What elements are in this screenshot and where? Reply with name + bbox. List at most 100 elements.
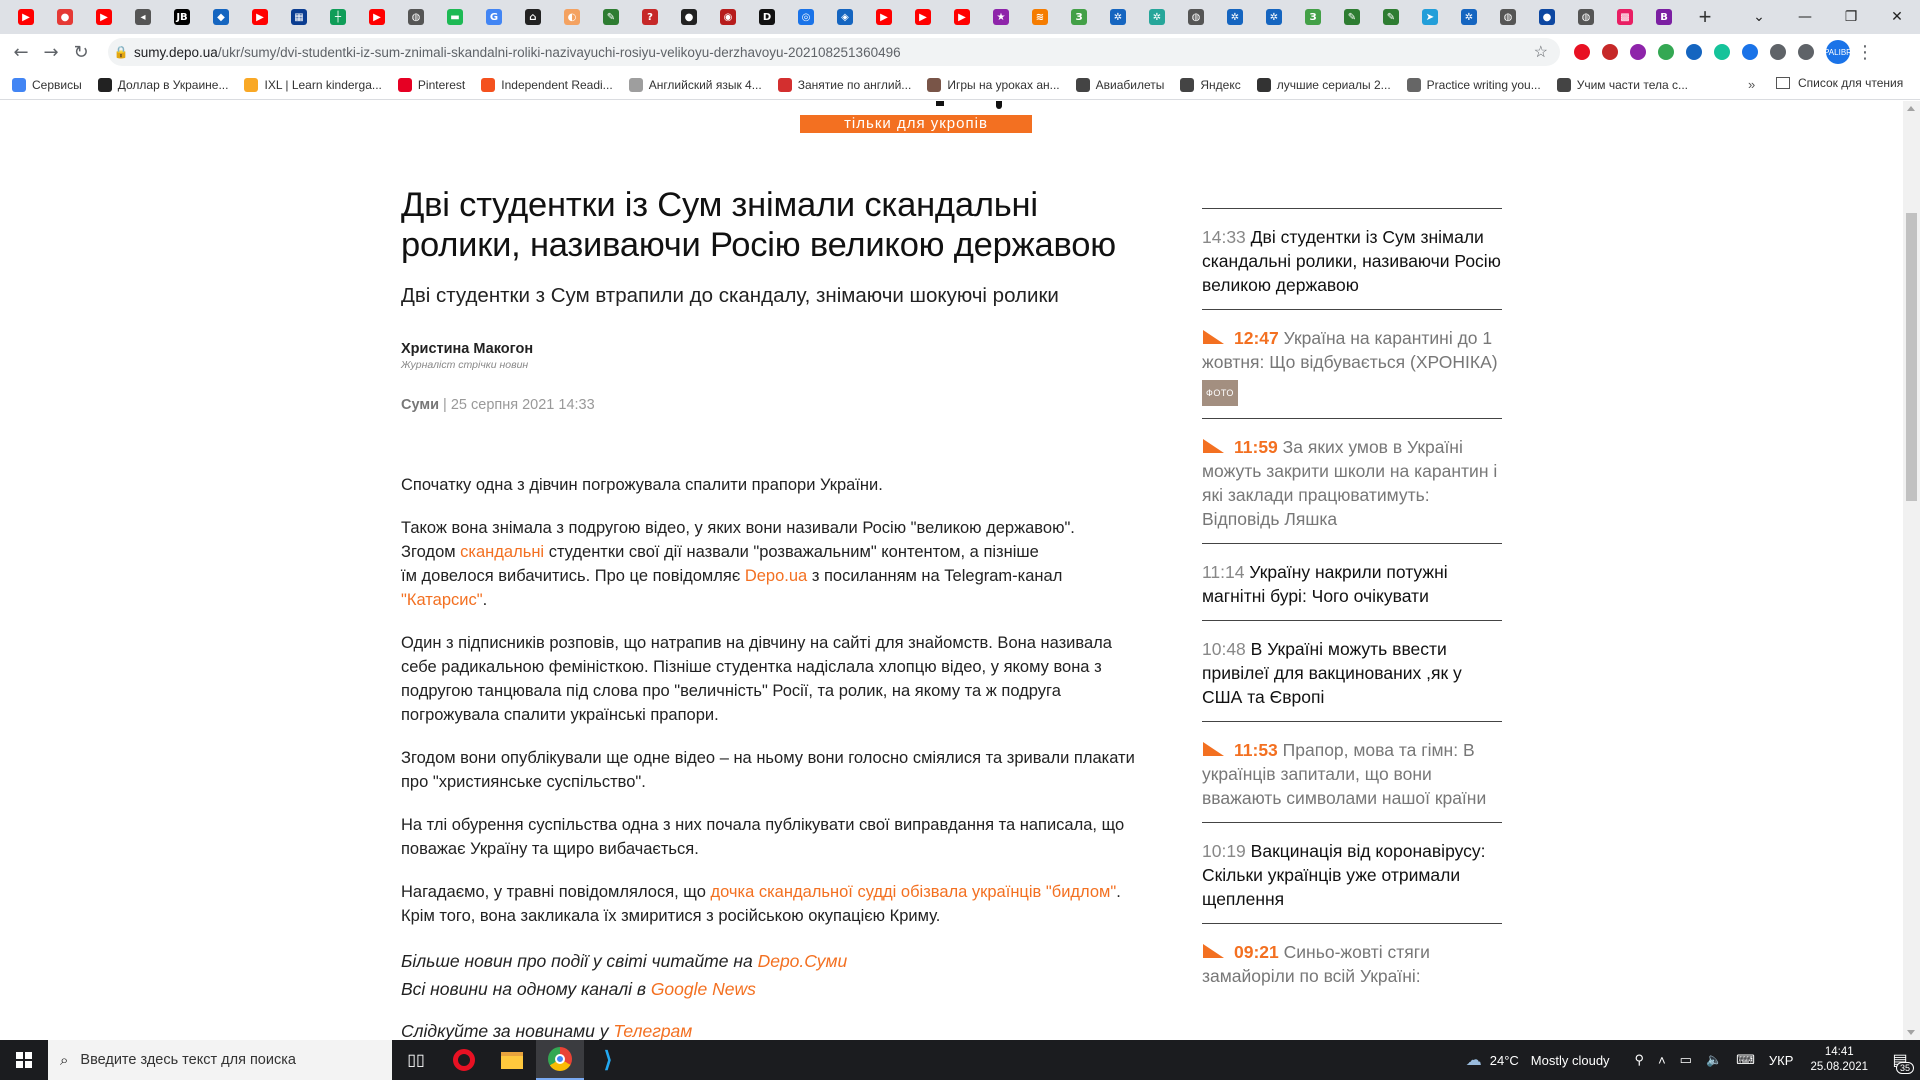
news-item[interactable]: 10:48 В Україні можуть ввести привілеї д…: [1202, 620, 1502, 721]
bookmark-item[interactable]: Учим части тела с...: [1556, 77, 1688, 92]
taskbar-search[interactable]: ⌕ Введите здесь текст для поиска: [48, 1040, 392, 1080]
browser-tab[interactable]: З: [1294, 3, 1332, 31]
bookmark-item[interactable]: лучшие сериалы 2...: [1256, 77, 1391, 92]
scandal-link[interactable]: скандальні: [460, 543, 544, 561]
start-button[interactable]: [0, 1040, 48, 1080]
browser-tab[interactable]: ▶: [7, 3, 45, 31]
browser-tab[interactable]: ▶: [904, 3, 942, 31]
news-item[interactable]: 09:21 Синьо-жовті стяги замайоріли по вс…: [1202, 923, 1502, 1000]
katarsis-link[interactable]: "Катарсис": [401, 591, 483, 609]
browser-tab[interactable]: ◍: [1489, 3, 1527, 31]
browser-tab[interactable]: ◆: [202, 3, 240, 31]
chevron-up-icon[interactable]: ˄: [1658, 1053, 1666, 1068]
browser-tab[interactable]: ✎: [1372, 3, 1410, 31]
page-scrollbar[interactable]: [1903, 101, 1920, 1040]
bookmark-item[interactable]: IXL | Learn kinderga...: [244, 77, 382, 92]
network-icon[interactable]: ▭: [1680, 1052, 1692, 1068]
volume-icon[interactable]: 🔈: [1706, 1052, 1722, 1068]
browser-tab[interactable]: ●: [1528, 3, 1566, 31]
browser-tab[interactable]: ✲: [1138, 3, 1176, 31]
notifications-button[interactable]: ▤ 35: [1880, 1040, 1920, 1080]
bookmark-item[interactable]: Занятие по англий...: [777, 77, 911, 92]
news-item[interactable]: 12:47 Україна на карантині до 1 жовтня: …: [1202, 309, 1502, 418]
vscode-icon[interactable]: ⟩: [584, 1040, 632, 1080]
profile-avatar[interactable]: PALIBR: [1824, 40, 1852, 64]
judge-daughter-link[interactable]: дочка скандальної судді обізвала українц…: [710, 883, 1116, 901]
google-news-link[interactable]: Google News: [651, 979, 756, 999]
browser-tab[interactable]: ▶: [865, 3, 903, 31]
back-button[interactable]: ←: [6, 37, 36, 67]
scroll-down-arrow[interactable]: [1907, 1030, 1915, 1035]
depo-link[interactable]: Depo.ua: [745, 567, 807, 585]
browser-tab[interactable]: ◎: [787, 3, 825, 31]
bookmark-item[interactable]: Pinterest: [397, 77, 465, 92]
news-item[interactable]: 11:53 Прапор, мова та гімн: В українців …: [1202, 721, 1502, 822]
browser-tab[interactable]: G: [475, 3, 513, 31]
browser-menu-icon[interactable]: ⋮: [1850, 37, 1880, 67]
browser-tab[interactable]: ◍: [397, 3, 435, 31]
news-item[interactable]: 14:33 Дві студентки із Сум знімали сканд…: [1202, 208, 1502, 309]
opera-icon[interactable]: [440, 1040, 488, 1080]
browser-tab[interactable]: ★: [982, 3, 1020, 31]
address-bar[interactable]: 🔒 sumy.depo.ua/ukr/sumy/dvi-studentki-iz…: [108, 38, 1560, 66]
browser-tab[interactable]: ▬: [436, 3, 474, 31]
browser-tab[interactable]: ➤: [1411, 3, 1449, 31]
minimize-button[interactable]: —: [1782, 0, 1828, 34]
browser-tab[interactable]: ✎: [592, 3, 630, 31]
browser-tab[interactable]: ◈: [826, 3, 864, 31]
url-text[interactable]: sumy.depo.ua/ukr/sumy/dvi-studentki-iz-s…: [134, 45, 901, 60]
browser-tab[interactable]: ≋: [1021, 3, 1059, 31]
forward-button[interactable]: →: [36, 37, 66, 67]
browser-tab[interactable]: ◂: [124, 3, 162, 31]
browser-tab[interactable]: B: [1645, 3, 1683, 31]
task-view-icon[interactable]: ▯▯: [392, 1040, 440, 1080]
maximize-button[interactable]: ❐: [1828, 0, 1874, 34]
weather-widget[interactable]: ☁ 24°C Mostly cloudy: [1466, 1050, 1610, 1070]
browser-tab[interactable]: ✲: [1216, 3, 1254, 31]
news-item[interactable]: 11:59 За яких умов в Україні можуть закр…: [1202, 418, 1502, 543]
bookmark-item[interactable]: Авиабилеты: [1075, 77, 1164, 92]
news-item[interactable]: 10:19 Вакцинація від коронавірусу: Скіль…: [1202, 822, 1502, 923]
bookmark-star-icon[interactable]: ☆: [1534, 42, 1548, 62]
browser-tab[interactable]: ▶: [85, 3, 123, 31]
browser-tab[interactable]: ▩: [1606, 3, 1644, 31]
close-button[interactable]: ✕: [1874, 0, 1920, 34]
scrollbar-thumb[interactable]: [1906, 213, 1917, 501]
lock-icon[interactable]: 🔒: [108, 45, 134, 59]
opera-ext-icon[interactable]: [1574, 44, 1590, 60]
new-ext-icon[interactable]: [1686, 44, 1702, 60]
bookmark-item[interactable]: Игры на уроках ан...: [927, 77, 1060, 92]
chrome-icon[interactable]: [536, 1040, 584, 1080]
bookmark-item[interactable]: Доллар в Украине...: [97, 77, 228, 92]
browser-tab[interactable]: ✎: [1333, 3, 1371, 31]
browser-tab[interactable]: D: [748, 3, 786, 31]
browser-tab[interactable]: ●: [670, 3, 708, 31]
bookmark-item[interactable]: Сервисы: [12, 77, 82, 92]
clock[interactable]: 14:41 25.08.2021: [1810, 1045, 1868, 1075]
reload-button[interactable]: ↻: [66, 37, 96, 67]
browser-tab[interactable]: ⌂: [514, 3, 552, 31]
bookmark-item[interactable]: Practice writing you...: [1406, 77, 1541, 92]
browser-tab[interactable]: ◍: [1177, 3, 1215, 31]
playlist-ext-icon[interactable]: [1798, 44, 1814, 60]
depo-sumy-link[interactable]: Depo.Суми: [758, 951, 848, 971]
author-name[interactable]: Христина Макогон: [401, 341, 1141, 357]
browser-tab[interactable]: ✲: [1099, 3, 1137, 31]
browser-tab[interactable]: ▶: [943, 3, 981, 31]
chat-ext-icon[interactable]: [1658, 44, 1674, 60]
browser-tab[interactable]: ◐: [553, 3, 591, 31]
keyboard-icon[interactable]: ⌨: [1736, 1052, 1755, 1068]
reading-list-button[interactable]: Список для чтения: [1776, 76, 1903, 90]
tab-search-icon[interactable]: ⌄: [1736, 0, 1782, 34]
bookmark-item[interactable]: Independent Readi...: [481, 77, 613, 92]
browser-tab[interactable]: ✲: [1255, 3, 1293, 31]
browser-tab[interactable]: ▶: [241, 3, 279, 31]
file-explorer-icon[interactable]: [488, 1040, 536, 1080]
telegram-link[interactable]: Телеграм: [613, 1021, 692, 1040]
browser-tab[interactable]: ┼: [319, 3, 357, 31]
new-tab-button[interactable]: +: [1691, 3, 1719, 31]
browser-tab[interactable]: ▦: [280, 3, 318, 31]
news-item[interactable]: 11:14 Україну накрили потужні магнітні б…: [1202, 543, 1502, 620]
people-icon[interactable]: ⚲: [1635, 1052, 1645, 1068]
browser-tab[interactable]: JB: [163, 3, 201, 31]
